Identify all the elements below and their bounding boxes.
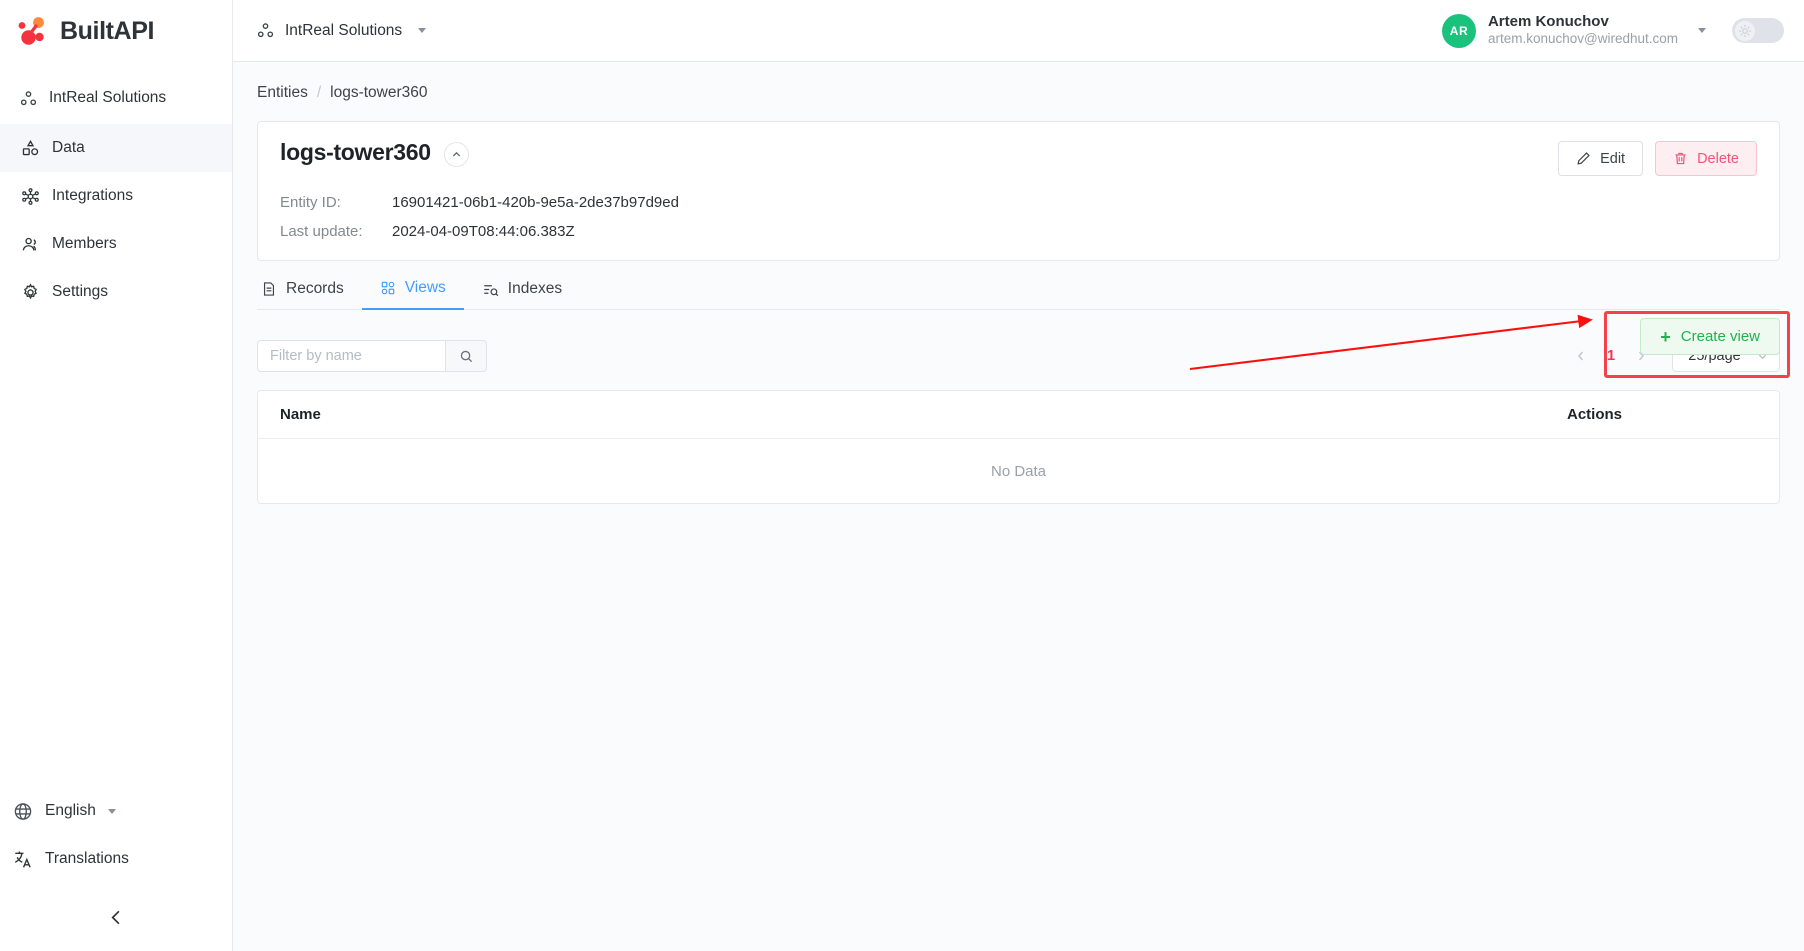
- create-view-label: Create view: [1680, 328, 1760, 345]
- sidebar-org-label: IntReal Solutions: [49, 89, 167, 106]
- views-toolbar: 1 25/page: [257, 340, 1780, 372]
- sidebar-item-label: Members: [52, 235, 117, 252]
- builtapi-molecule-logo: [18, 17, 44, 45]
- filter-group: [257, 340, 487, 372]
- edit-button-label: Edit: [1600, 150, 1626, 167]
- organization-icon: [18, 88, 38, 108]
- sidebar-item-settings[interactable]: Settings: [0, 268, 232, 316]
- field-value: 16901421-06b1-420b-9e5a-2de37b97d9ed: [392, 194, 679, 211]
- create-view-wrapper: + Create view: [1640, 318, 1780, 355]
- breadcrumb-root[interactable]: Entities: [257, 84, 308, 102]
- tab-label: Indexes: [507, 280, 563, 297]
- data-shapes-icon: [20, 138, 40, 158]
- breadcrumb-current: logs-tower360: [330, 84, 428, 101]
- entity-card-header: logs-tower360 Edit Delete: [280, 141, 1757, 176]
- search-icon: [460, 350, 472, 362]
- entity-card: logs-tower360 Edit Delete Entity ID: 169…: [257, 121, 1780, 261]
- column-header-actions: Actions: [1567, 406, 1623, 423]
- chevron-down-icon: [418, 28, 427, 33]
- list-search-icon: [484, 284, 499, 296]
- organization-icon: [255, 21, 275, 41]
- content: logs-tower360 Edit Delete Entity ID: 169…: [233, 102, 1804, 504]
- field-label: Last update:: [280, 223, 363, 240]
- app-root: BuiltAPI IntReal Solutions Data Integrat…: [0, 0, 1804, 951]
- chevron-up-icon: [452, 151, 460, 157]
- delete-button-label: Delete: [1697, 150, 1739, 167]
- tab-records[interactable]: Records: [257, 279, 362, 310]
- chevron-left-icon: [110, 910, 119, 924]
- translations-label: Translations: [45, 850, 129, 867]
- table-header: Name Actions: [258, 391, 1779, 439]
- grid-icon: [381, 281, 394, 295]
- tab-label: Records: [286, 280, 344, 297]
- prev-page-button[interactable]: [1568, 342, 1594, 370]
- breadcrumb-separator: /: [316, 84, 322, 101]
- entity-field-entity-id: Entity ID: 16901421-06b1-420b-9e5a-2de37…: [280, 194, 1757, 211]
- language-selector[interactable]: English: [0, 787, 232, 835]
- user-name: Artem Konuchov: [1487, 12, 1609, 30]
- sun-icon: [1735, 20, 1755, 41]
- main-area: IntReal Solutions AR Artem Konuchov arte…: [233, 0, 1804, 951]
- translations-item[interactable]: Translations: [0, 835, 232, 883]
- chevron-left-icon: [1578, 351, 1584, 361]
- user-info: Artem Konuchov artem.konuchov@wiredhut.c…: [1488, 13, 1678, 49]
- chevron-down-icon: [1698, 28, 1706, 33]
- field-label: Entity ID:: [280, 194, 341, 211]
- sidebar-org[interactable]: IntReal Solutions: [0, 74, 232, 122]
- sidebar: BuiltAPI IntReal Solutions Data Integrat…: [0, 0, 233, 951]
- gear-icon: [20, 282, 40, 302]
- tab-indexes[interactable]: Indexes: [464, 279, 580, 310]
- column-header-name: Name: [280, 406, 321, 423]
- sidebar-bottom: English Translations: [0, 787, 232, 951]
- topbar: IntReal Solutions AR Artem Konuchov arte…: [233, 0, 1804, 62]
- brand[interactable]: BuiltAPI: [0, 0, 232, 62]
- entity-tabs: Records Views Indexes: [257, 278, 1780, 310]
- user-email: artem.konuchov@wiredhut.com: [1487, 31, 1678, 47]
- page-number-1[interactable]: 1: [1598, 342, 1624, 370]
- sidebar-item-label: Settings: [52, 283, 109, 300]
- pencil-icon: [1577, 152, 1590, 165]
- search-input[interactable]: [257, 340, 445, 372]
- edit-button[interactable]: Edit: [1558, 141, 1644, 176]
- field-value: 2024-04-09T08:44:06.383Z: [392, 223, 575, 240]
- views-table: Name Actions No Data: [257, 390, 1780, 504]
- sidebar-item-label: Integrations: [52, 187, 133, 204]
- tab-views[interactable]: Views: [361, 279, 464, 310]
- language-label: English: [45, 802, 96, 819]
- translate-icon: [13, 849, 33, 869]
- sidebar-item-label: Data: [52, 139, 85, 156]
- search-button[interactable]: [445, 340, 487, 372]
- org-switcher[interactable]: IntReal Solutions: [255, 21, 427, 41]
- sidebar-nav: Data Integrations Members Settings: [0, 124, 232, 316]
- trash-icon: [1675, 152, 1686, 165]
- document-icon: [263, 282, 275, 296]
- delete-button[interactable]: Delete: [1655, 141, 1757, 176]
- integrations-network-icon: [20, 186, 40, 206]
- chevron-down-icon: [107, 808, 116, 814]
- theme-toggle[interactable]: [1732, 18, 1784, 43]
- sidebar-item-members[interactable]: Members: [0, 220, 232, 268]
- create-view-button[interactable]: + Create view: [1640, 318, 1780, 355]
- sidebar-collapse-button[interactable]: [0, 889, 232, 945]
- tab-label: Views: [404, 279, 446, 296]
- sidebar-item-integrations[interactable]: Integrations: [0, 172, 232, 220]
- plus-icon: +: [1660, 326, 1671, 347]
- entity-field-last-update: Last update: 2024-04-09T08:44:06.383Z: [280, 223, 1757, 240]
- entity-actions: Edit Delete: [1558, 141, 1757, 176]
- globe-icon: [13, 801, 33, 821]
- sidebar-item-data[interactable]: Data: [0, 124, 232, 172]
- brand-name: BuiltAPI: [60, 16, 155, 45]
- org-switcher-label: IntReal Solutions: [285, 21, 403, 39]
- entity-collapse-button[interactable]: [443, 142, 469, 167]
- user-menu[interactable]: AR Artem Konuchov artem.konuchov@wiredhu…: [1441, 13, 1706, 49]
- avatar: AR: [1441, 13, 1476, 48]
- table-empty-state: No Data: [990, 462, 1047, 480]
- members-people-icon: [20, 234, 40, 254]
- breadcrumb: Entities / logs-tower360: [233, 62, 1804, 102]
- page-title: logs-tower360: [280, 139, 431, 165]
